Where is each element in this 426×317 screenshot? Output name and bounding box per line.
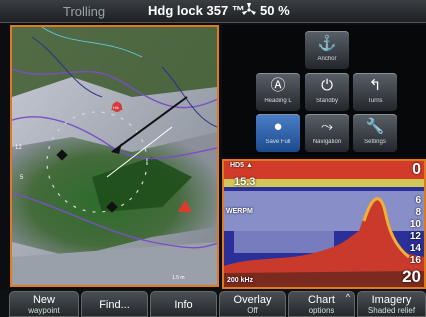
autopilot-mode: Trolling — [63, 4, 106, 19]
sonar-depth: 15.3 — [234, 176, 256, 188]
standby-button[interactable]: ⏻ Standby — [305, 73, 349, 111]
anchor-icon: ⚓ — [317, 35, 337, 52]
route-icon: ⤳ — [320, 118, 333, 135]
waypoint-label: Hik — [113, 105, 119, 110]
sonar-frequency: 200 kHz — [227, 277, 254, 284]
propeller-icon — [241, 2, 257, 21]
softkey-bar: New waypoint Find... Info Overlay Off ^ … — [0, 290, 426, 317]
scale-label: 1.5 m — [172, 275, 185, 281]
info-softkey[interactable]: Info — [150, 291, 217, 317]
dot-icon: ● — [273, 118, 283, 135]
wrench-icon: 🔧 — [365, 118, 385, 135]
heading-icon: Ⓐ — [270, 77, 286, 94]
settings-button[interactable]: 🔧 Settings — [353, 114, 397, 152]
depth-tick: 10 — [409, 219, 421, 230]
depth-tick: 8 — [415, 207, 421, 218]
new-waypoint-softkey[interactable]: New waypoint — [9, 291, 79, 317]
sonar-side-label: WERPM — [226, 208, 253, 215]
turns-button[interactable]: ↰ Turns — [353, 73, 397, 111]
overlay-softkey[interactable]: Overlay Off — [219, 291, 286, 317]
depth-scale-top: 0 — [412, 161, 421, 178]
heading-button[interactable]: Ⓐ Heading L — [256, 73, 300, 111]
navigation-button[interactable]: ⤳ Navigation — [305, 114, 349, 152]
chart-options-softkey[interactable]: ^ Chart options — [288, 291, 355, 317]
turns-icon: ↰ — [368, 77, 382, 94]
find-softkey[interactable]: Find... — [81, 291, 148, 317]
depth-tick: 16 — [409, 255, 421, 266]
anchor-button[interactable]: ⚓ Anchor — [305, 31, 349, 69]
status-bar: Trolling Hdg lock 357 ™ 50 % — [0, 0, 426, 23]
depth-scale-bottom: 20 — [402, 267, 421, 286]
depth-tick: 14 — [409, 243, 421, 254]
save-full-button[interactable]: ● Save Full — [256, 114, 300, 152]
caret-up-icon: ^ — [345, 292, 350, 302]
chart-map[interactable]: Hik 12 5 1.5 m — [12, 27, 217, 285]
depth-tick: 6 — [415, 195, 421, 206]
heading-lock-readout: Hdg lock 357 ™ — [148, 3, 245, 18]
depth-mark: 12 — [15, 145, 22, 151]
chart-pane[interactable]: Hik 12 5 1.5 m — [10, 25, 219, 287]
depth-tick: 12 — [409, 231, 421, 242]
autopilot-menu: ⚓ Anchor Ⓐ Heading L ⏻ Standby ↰ Turns ●… — [222, 25, 426, 157]
power-icon: ⏻ — [321, 77, 333, 94]
sonar-readout: HD5 ▲ — [230, 162, 253, 169]
sonar-pane[interactable]: HD5 ▲ 15.3 WERPM 0 6 8 10 12 14 16 20 20… — [222, 159, 426, 289]
imagery-softkey[interactable]: Imagery Shaded relief — [357, 291, 426, 317]
throttle-readout: 50 % — [260, 3, 290, 18]
